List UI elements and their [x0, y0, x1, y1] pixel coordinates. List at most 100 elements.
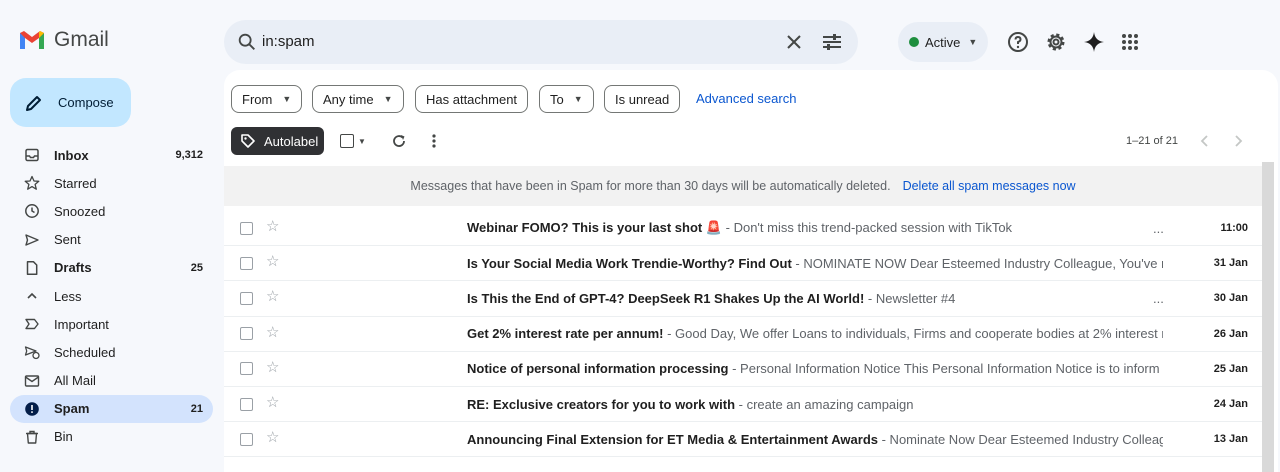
email-date: 11:00: [1220, 222, 1248, 235]
email-snippet: - Don't miss this trend-packed session w…: [722, 220, 1013, 236]
settings-gear-icon[interactable]: [1044, 30, 1068, 54]
scheduled-icon: [24, 344, 40, 360]
sidebar-item-bin[interactable]: Bin: [10, 423, 213, 451]
search-bar[interactable]: in:spam: [224, 20, 858, 64]
autolabel-button[interactable]: Autolabel: [231, 127, 324, 155]
sidebar-item-label: Drafts: [54, 260, 92, 276]
row-checkbox[interactable]: [240, 221, 253, 235]
filter-any-time[interactable]: Any time ▼: [312, 85, 404, 113]
search-input[interactable]: in:spam: [262, 33, 315, 50]
email-subject: Is Your Social Media Work Trendie-Worthy…: [467, 255, 792, 271]
sidebar-item-label: Spam: [54, 401, 90, 417]
app-name: Gmail: [54, 28, 109, 51]
row-checkbox[interactable]: [240, 432, 253, 446]
email-ellipsis: ...: [1153, 220, 1164, 236]
email-subject: Webinar FOMO? This is your last shot 🚨: [467, 220, 723, 236]
email-snippet: - create an amazing campaign: [735, 396, 914, 412]
search-icon[interactable]: [236, 31, 258, 53]
chevron-right-icon[interactable]: [1228, 131, 1248, 151]
filter-to[interactable]: To ▼: [539, 85, 594, 113]
main-panel: From ▼ Any time ▼ Has attachment To ▼ Is…: [224, 70, 1278, 472]
email-date: 13 Jan: [1213, 433, 1248, 446]
refresh-icon[interactable]: [389, 131, 409, 151]
sidebar-item-less[interactable]: Less: [10, 282, 213, 310]
chevron-left-icon[interactable]: [1195, 131, 1215, 151]
sidebar-item-snoozed[interactable]: Snoozed: [10, 197, 213, 225]
filter-has-attachment[interactable]: Has attachment: [415, 85, 529, 113]
sidebar-item-drafts[interactable]: Drafts 25: [10, 254, 213, 282]
sidebar-item-important[interactable]: Important: [10, 310, 213, 338]
all-mail-icon: [24, 373, 40, 389]
status-label: Active: [925, 34, 961, 50]
email-row[interactable]: ☆ RE: Exclusive creators for you to work …: [224, 387, 1262, 423]
sidebar-item-label: Sent: [54, 232, 81, 248]
star-icon[interactable]: ☆: [266, 394, 279, 411]
row-checkbox[interactable]: [240, 291, 253, 305]
gmail-logo[interactable]: Gmail: [18, 28, 109, 52]
select-all-checkbox[interactable]: [337, 131, 357, 151]
sidebar-item-count: 25: [190, 261, 203, 274]
email-ellipsis: ...: [1153, 290, 1164, 306]
filter-from-label: From: [242, 91, 273, 107]
apps-grid-icon[interactable]: [1118, 30, 1142, 54]
sidebar-item-spam[interactable]: Spam 21: [10, 394, 213, 423]
email-row[interactable]: ☆ Notice of personal information processi…: [224, 352, 1262, 387]
label-tag-icon: [241, 134, 255, 148]
star-icon[interactable]: ☆: [266, 254, 279, 270]
search-options-icon[interactable]: [820, 30, 844, 54]
star-icon[interactable]: ☆: [266, 219, 279, 235]
advanced-search-link[interactable]: Advanced search: [696, 91, 796, 106]
email-row[interactable]: ☆ Webinar FOMO? This is your last shot 🚨 …: [224, 211, 1262, 247]
checkbox-icon: [340, 134, 354, 148]
gemini-sparkle-icon[interactable]: [1082, 30, 1106, 54]
select-dropdown[interactable]: ▼: [355, 131, 369, 151]
clear-search-icon[interactable]: [782, 30, 806, 54]
filter-any-time-label: Any time: [323, 91, 374, 107]
star-icon[interactable]: ☆: [266, 324, 279, 341]
star-icon[interactable]: ☆: [266, 359, 279, 376]
row-checkbox[interactable]: [240, 397, 253, 411]
email-content: Notice of personal information processin…: [467, 361, 1163, 376]
email-row[interactable]: ☆ Is Your Social Media Work Trendie-Worth…: [224, 246, 1262, 282]
filter-is-unread[interactable]: Is unread: [604, 85, 681, 113]
filter-from[interactable]: From ▼: [231, 85, 303, 113]
caret-down-icon: ▼: [358, 136, 366, 146]
sidebar-item-scheduled[interactable]: Scheduled: [10, 338, 213, 366]
compose-label: Compose: [58, 95, 114, 110]
row-checkbox[interactable]: [240, 362, 253, 376]
sidebar-item-starred[interactable]: Starred: [10, 169, 213, 197]
sidebar-item-count: 21: [190, 402, 203, 415]
pagination-count: 1–21 of 21: [1126, 135, 1178, 147]
spam-banner-text: Messages that have been in Spam for more…: [410, 179, 891, 193]
delete-all-spam-link[interactable]: Delete all spam messages now: [903, 179, 1076, 193]
row-checkbox[interactable]: [240, 327, 253, 341]
chevron-down-icon: ▼: [383, 94, 393, 104]
email-row[interactable]: ☆ Is This the End of GPT-4? DeepSeek R1 S…: [224, 281, 1262, 317]
email-content: Get 2% interest rate per annum! - Good D…: [467, 326, 1163, 341]
sidebar-item-inbox[interactable]: Inbox 9,312: [10, 141, 213, 169]
send-icon: [24, 232, 40, 248]
filter-is-unread-label: Is unread: [615, 91, 670, 107]
email-content: RE: Exclusive creators for you to work w…: [467, 397, 1163, 412]
sidebar-item-all-mail[interactable]: All Mail: [10, 367, 213, 395]
row-checkbox[interactable]: [240, 256, 253, 270]
compose-button[interactable]: Compose: [10, 78, 131, 127]
scrollbar[interactable]: [1262, 162, 1274, 472]
more-vert-icon[interactable]: [424, 131, 444, 151]
star-icon[interactable]: ☆: [266, 430, 279, 446]
email-row[interactable]: ☆ Get 2% interest rate per annum! - Good …: [224, 317, 1262, 352]
email-row[interactable]: ☆ Announcing Final Extension for ET Media…: [224, 422, 1262, 458]
status-selector[interactable]: Active ▼: [898, 22, 988, 62]
email-subject: RE: Exclusive creators for you to work w…: [467, 396, 736, 412]
pencil-icon: [26, 95, 41, 111]
help-icon[interactable]: [1006, 30, 1030, 54]
star-icon[interactable]: ☆: [266, 289, 279, 305]
autolabel-label: Autolabel: [264, 133, 319, 149]
email-content: Is This the End of GPT-4? DeepSeek R1 Sh…: [467, 291, 1163, 306]
sidebar-item-sent[interactable]: Sent: [10, 226, 213, 254]
email-snippet: - Newsletter #4: [864, 290, 956, 306]
email-subject: Get 2% interest rate per annum!: [467, 326, 664, 342]
filter-has-attachment-label: Has attachment: [426, 91, 518, 107]
email-snippet: - Personal Information Notice This Perso…: [728, 361, 1163, 377]
email-content: Webinar FOMO? This is your last shot 🚨 -…: [467, 220, 1163, 236]
